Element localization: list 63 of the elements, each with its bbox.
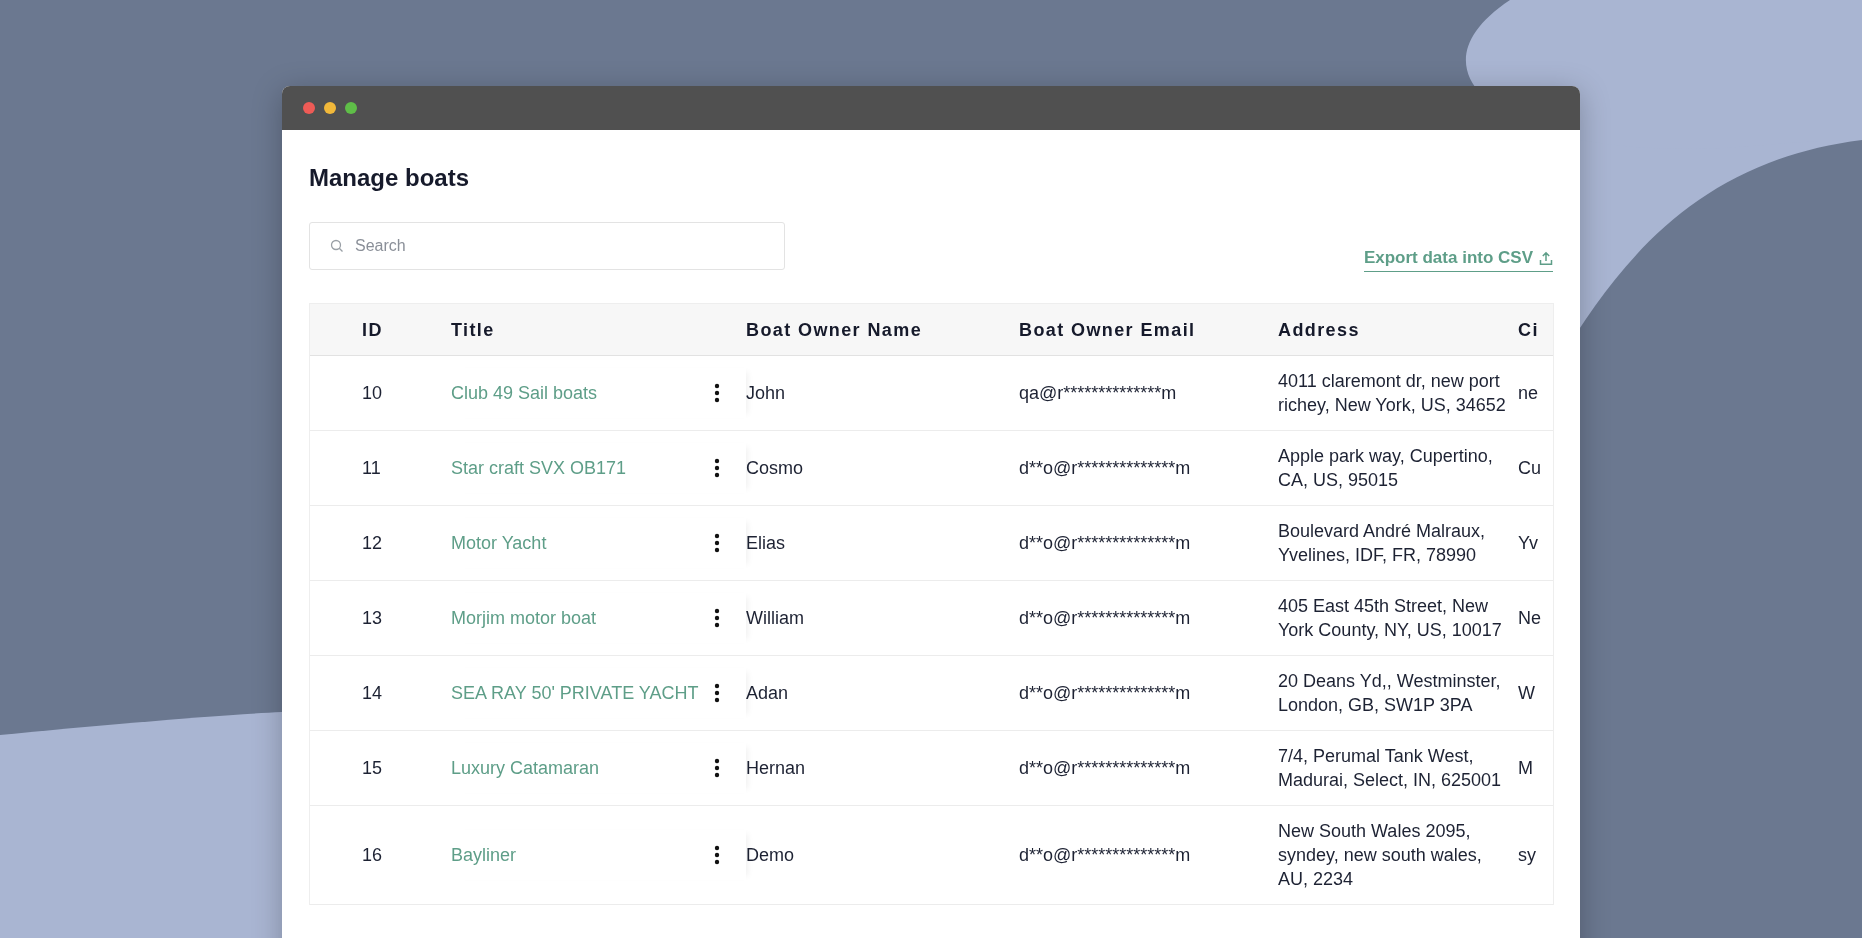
boat-title-link[interactable]: SEA RAY 50' PRIVATE YACHT — [451, 681, 699, 705]
page-title: Manage boats — [309, 163, 471, 193]
table-cell-text: M — [1518, 757, 1534, 780]
more-options-icon[interactable] — [712, 682, 722, 704]
more-options-icon[interactable] — [712, 457, 722, 479]
table-cell-text: d**o@r**************m — [1019, 682, 1192, 705]
table-cell-text: 405 East 45th Street, New York County, NY, US, 10017 — [1278, 595, 1503, 642]
table-cell-text: Boulevard André Malraux, Yvelines, IDF, FR, 78990 — [1278, 520, 1487, 567]
table-cell-text: d**o@r**************m — [1019, 757, 1192, 780]
table-cell-text: William — [746, 607, 805, 630]
table-cell-text: New South Wales 2095, syndey, new south wales, AU, 2234 — [1278, 820, 1483, 891]
minimize-window-icon[interactable] — [324, 102, 336, 114]
boat-title-link[interactable]: Morjim motor boat — [451, 606, 597, 630]
export-csv-link[interactable]: Export data into CSV — [1363, 248, 1553, 272]
column-header[interactable]: Boat Owner Name — [746, 317, 1019, 342]
table-cell-text: 10 — [361, 382, 384, 405]
table-cell-text: 14 — [361, 682, 384, 705]
maximize-window-icon[interactable] — [345, 102, 357, 114]
table-cell-text: ne — [1518, 382, 1540, 405]
upload-icon — [1539, 250, 1553, 266]
table-cell-text: d**o@r**************m — [1019, 844, 1192, 867]
table-cell-text: Cu — [1518, 457, 1542, 480]
boat-title-link[interactable]: Star craft SVX OB171 — [451, 456, 627, 480]
table-cell-text: 7/4, Perumal Tank West, Madurai, Select, IN, 625001 — [1278, 745, 1503, 792]
table-cell-text: Yv — [1518, 532, 1539, 555]
more-options-icon[interactable] — [712, 607, 722, 629]
column-header[interactable]: Ci — [1518, 317, 1551, 342]
table-cell-text: Adan — [746, 682, 790, 705]
table-cell-text: Hernan — [746, 757, 807, 780]
table-cell-text: 15 — [361, 757, 384, 780]
table-cell-text: d**o@r**************m — [1019, 457, 1192, 480]
boat-title-link[interactable]: Luxury Catamaran — [451, 756, 600, 780]
table-cell-text: 11 — [361, 457, 382, 480]
more-options-icon[interactable] — [712, 382, 722, 404]
table-cell-text: 4011 claremont dr, new port richey, New York, US, 34652 — [1278, 370, 1507, 417]
boat-title-link[interactable]: Club 49 Sail boats — [451, 381, 598, 405]
table-cell-text: 12 — [361, 532, 384, 555]
table-cell-text: d**o@r**************m — [1019, 532, 1192, 555]
table-cell-text: 16 — [361, 844, 384, 867]
column-header[interactable]: Address — [1278, 317, 1518, 342]
more-options-icon[interactable] — [712, 757, 722, 779]
column-header[interactable]: ID — [310, 317, 451, 342]
table-cell-text: d**o@r**************m — [1019, 607, 1192, 630]
table-cell-text: 20 Deans Yd,, Westminster, London, GB, SW1P 3PA — [1278, 670, 1502, 717]
search-input[interactable]: Search — [353, 236, 757, 256]
table-cell-text: sy — [1518, 844, 1537, 867]
table-cell-text: Cosmo — [746, 457, 804, 480]
more-options-icon[interactable] — [712, 532, 722, 554]
boat-title-link[interactable]: Motor Yacht — [451, 531, 547, 555]
column-header[interactable]: Title — [451, 317, 746, 342]
column-header[interactable]: Boat Owner Email — [1019, 317, 1278, 342]
table-cell-text: Elias — [746, 532, 786, 555]
boat-title-link[interactable]: Bayliner — [451, 843, 517, 867]
table-cell-text: John — [746, 382, 787, 405]
table-cell-text: 13 — [361, 607, 384, 630]
more-options-icon[interactable] — [712, 844, 722, 866]
table-cell-text: Ne — [1518, 607, 1542, 630]
table-cell-text: W — [1518, 682, 1536, 705]
table-cell-text: Apple park way, Cupertino, CA, US, 95015 — [1278, 445, 1494, 492]
table-cell-text: Demo — [746, 844, 795, 867]
table-cell-text: qa@r**************m — [1019, 382, 1178, 405]
search-field[interactable]: Search — [309, 222, 785, 270]
search-icon — [330, 239, 344, 253]
